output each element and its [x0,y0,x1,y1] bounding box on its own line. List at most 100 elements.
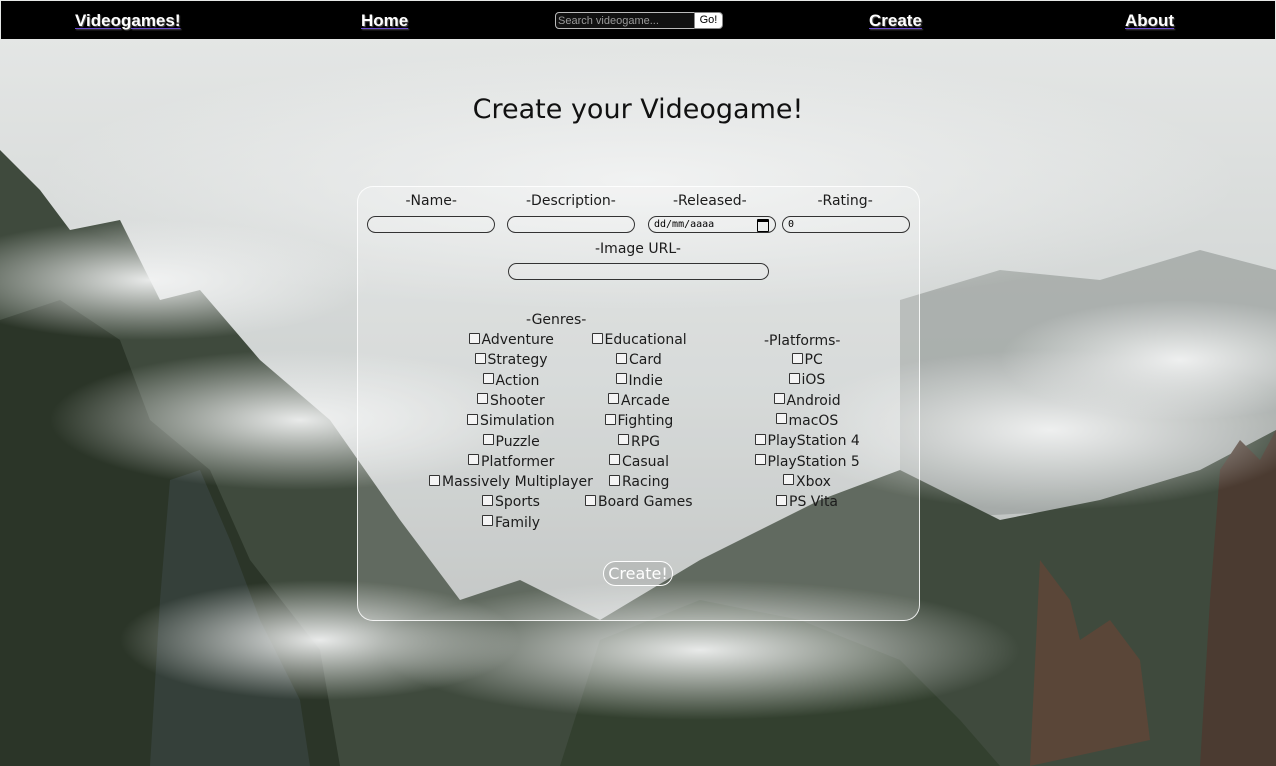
genre-checkbox-row[interactable]: Fighting [604,412,674,430]
genre-checkbox-label: Action [495,372,540,389]
image-url-label: -Image URL- [595,241,681,257]
platforms-label: -Platforms- [764,333,841,349]
genre-checkbox-label: Racing [622,474,670,491]
genre-checkbox[interactable] [482,494,493,506]
genre-checkbox-row[interactable]: Casual [609,453,669,471]
genre-checkbox-row[interactable]: Massively Multiplayer [429,473,593,491]
platform-checkbox-label: PlayStation 4 [767,433,860,450]
genre-checkbox[interactable] [608,393,619,405]
platform-checkbox-row[interactable]: PlayStation 4 [754,432,860,450]
genre-checkbox-row[interactable]: Racing [609,473,669,491]
genre-checkbox-label: Strategy [487,352,548,369]
genre-checkbox-row[interactable]: Adventure [468,331,554,349]
platform-checkbox-row[interactable]: PC [791,351,823,369]
create-submit-button[interactable]: Create! [603,561,673,586]
genre-checkbox-label: Simulation [480,413,555,430]
genre-checkbox-label: RPG [631,433,661,450]
genre-checkbox-label: Arcade [621,392,670,409]
released-date-value: dd/mm/aaaa [654,219,715,230]
genre-checkbox-label: Casual [622,453,669,470]
genre-checkbox-row[interactable]: Shooter [477,392,545,410]
genre-checkbox-label: Family [495,514,541,531]
genre-checkbox-label: Board Games [598,494,693,511]
genre-checkbox-label: Platformer [481,453,555,470]
genre-checkbox[interactable] [585,494,596,506]
genre-checkbox[interactable] [616,352,627,364]
genre-checkbox[interactable] [482,373,494,385]
calendar-icon[interactable] [757,219,769,232]
genre-checkbox-row[interactable]: Simulation [467,412,555,430]
genre-checkbox-row[interactable]: RPG [618,433,660,451]
search-go-button[interactable]: Go! [694,12,723,29]
released-label: -Released- [673,193,747,209]
genre-checkbox-label: Fighting [617,413,674,430]
genre-checkbox[interactable] [615,373,627,385]
genre-checkbox[interactable] [468,332,480,344]
genre-checkbox-label: Card [629,352,662,369]
rating-input[interactable]: 0 [782,216,910,233]
platform-checkbox-label: macOS [788,412,839,429]
description-input[interactable] [507,216,635,233]
platform-checkbox-row[interactable]: PS Vita [776,493,838,511]
platform-checkbox[interactable] [788,372,800,384]
platform-checkbox-label: PC [804,352,823,368]
genre-checkbox[interactable] [468,454,479,466]
platform-checkbox-row[interactable]: Xbox [783,473,831,491]
name-input[interactable] [367,216,495,233]
genre-checkbox-label: Puzzle [495,433,540,450]
released-date-input[interactable]: dd/mm/aaaa [648,216,776,233]
platform-checkbox-label: PlayStation 5 [767,453,860,470]
create-videogame-form: -Name- -Description- -Released- -Rating-… [357,186,920,621]
genre-checkbox[interactable] [609,454,620,466]
genre-checkbox-row[interactable]: Card [616,351,662,369]
genre-checkbox-row[interactable]: Action [482,372,540,390]
platform-checkbox[interactable] [783,474,794,486]
genres-label: -Genres- [526,312,587,328]
genre-checkbox[interactable] [467,413,478,425]
genre-checkbox[interactable] [429,474,440,486]
genre-checkbox[interactable] [474,352,486,364]
platform-checkbox-row[interactable]: PlayStation 5 [754,453,860,471]
platform-checkbox[interactable] [776,494,787,506]
genre-checkbox-label: Adventure [481,332,554,348]
genre-checkbox[interactable] [477,393,488,405]
rating-value: 0 [788,219,795,230]
brand-link[interactable]: Videogames! [75,1,181,39]
name-label: -Name- [405,193,457,209]
genre-checkbox-row[interactable]: Indie [615,372,663,390]
genre-checkbox-row[interactable]: Puzzle [482,433,540,451]
platform-checkbox-row[interactable]: macOS [775,412,839,430]
genre-checkbox-label: Shooter [490,392,545,409]
rating-label: -Rating- [817,193,873,209]
genre-checkbox-row[interactable]: Sports [482,493,540,511]
platform-checkbox[interactable] [775,413,787,425]
genre-checkbox-label: Educational [604,332,687,348]
genre-checkbox-row[interactable]: Strategy [474,351,548,369]
platform-checkbox[interactable] [754,433,766,445]
genre-checkbox-label: Indie [628,372,663,389]
platform-checkbox-row[interactable]: Android [773,392,841,410]
platform-checkbox[interactable] [791,352,803,364]
genre-checkbox[interactable] [618,434,629,445]
genre-checkbox-row[interactable]: Arcade [608,392,670,410]
genre-checkbox-row[interactable]: Platformer [468,453,554,471]
genre-checkbox-label: Sports [495,494,540,511]
genre-checkbox-row[interactable]: Family [482,514,540,532]
genre-checkbox[interactable] [591,332,603,344]
genre-checkbox-row[interactable]: Board Games [585,493,693,511]
platform-checkbox[interactable] [773,393,785,405]
genre-checkbox-row[interactable]: Educational [591,331,687,349]
description-label: -Description- [526,193,616,209]
genre-checkbox[interactable] [482,515,493,527]
genre-checkbox[interactable] [482,434,494,445]
search-input[interactable] [555,12,695,29]
nav-about-link[interactable]: About [1125,1,1174,39]
nav-create-link[interactable]: Create [869,1,922,39]
genre-checkbox[interactable] [609,474,620,486]
genre-checkbox[interactable] [604,413,616,425]
page-title: Create your Videogame! [472,94,804,125]
nav-home-link[interactable]: Home [361,1,408,39]
image-url-input[interactable] [508,263,769,280]
platform-checkbox-row[interactable]: iOS [788,371,825,389]
platform-checkbox[interactable] [754,454,766,465]
